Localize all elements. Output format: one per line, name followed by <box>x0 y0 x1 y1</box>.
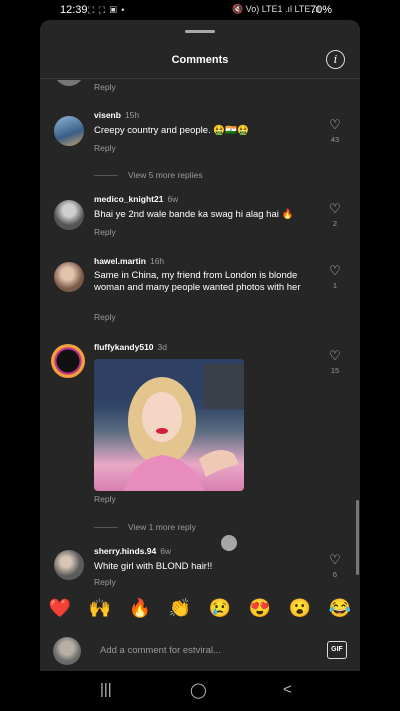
comments-header: Comments i <box>40 42 360 79</box>
comment-username[interactable]: fluffykandy510 3d <box>94 342 167 352</box>
emoji-button[interactable]: 🔥 <box>129 598 151 619</box>
comment-list[interactable]: Reply visenb 15h Creepy country and peopl… <box>40 80 360 608</box>
like-count: 1 <box>332 281 338 290</box>
avatar[interactable] <box>54 262 84 292</box>
reply-button[interactable]: Reply <box>94 494 116 504</box>
comment-age: 15h <box>124 110 140 120</box>
touch-indicator <box>221 535 237 551</box>
reply-button[interactable]: Reply <box>94 312 116 322</box>
divider-line <box>94 526 118 528</box>
emoji-button[interactable]: 😂 <box>329 598 351 619</box>
heart-icon[interactable]: ♡ <box>328 263 342 279</box>
username-text[interactable]: sherry.hinds.94 <box>94 546 156 556</box>
view-more-text[interactable]: View 5 more replies <box>128 170 203 180</box>
notification-icons: ⛶ ⛶ ▣ • <box>88 5 126 15</box>
recents-button[interactable]: ||| <box>100 681 112 698</box>
battery-level: 70% <box>310 4 333 16</box>
comment-username[interactable]: visenb 15h <box>94 110 139 120</box>
heart-icon[interactable]: ♡ <box>328 348 342 364</box>
comments-sheet: Comments i Reply visenb 15h Creepy countr… <box>40 20 360 671</box>
comment-username[interactable]: sherry.hinds.94 6w <box>94 546 171 556</box>
comment-age: 3d <box>157 342 167 352</box>
avatar[interactable] <box>54 550 84 580</box>
like-count: 15 <box>330 366 340 375</box>
avatar[interactable] <box>54 116 84 146</box>
like-count: 2 <box>332 219 338 228</box>
view-more-text[interactable]: View 1 more reply <box>128 522 196 532</box>
view-more-replies[interactable]: View 5 more replies <box>94 170 203 180</box>
emoji-button[interactable]: 👏 <box>169 598 191 619</box>
avatar[interactable] <box>51 344 85 378</box>
comment-photo[interactable] <box>94 359 244 491</box>
reply-button[interactable]: Reply <box>94 227 116 237</box>
comment-text: Same in China, my friend from London is … <box>94 270 301 293</box>
comment-username[interactable]: medico_knight21 6w <box>94 194 178 204</box>
status-bar: 12:39 ⛶ ⛶ ▣ • 🔇 Vo) LTE1 .ıl LTE .ıl 70% <box>0 0 400 20</box>
emoji-button[interactable]: ❤️ <box>49 598 71 619</box>
comment-age: 6w <box>167 194 179 204</box>
reply-button[interactable]: Reply <box>94 82 116 92</box>
emoji-button[interactable]: 😍 <box>249 598 271 619</box>
heart-icon[interactable]: ♡ <box>328 552 342 568</box>
avatar[interactable] <box>54 80 84 86</box>
comment-text: Creepy country and people. 🤮🇮🇳🤮 <box>94 125 249 136</box>
comment-age: 6w <box>160 546 172 556</box>
username-text[interactable]: fluffykandy510 <box>94 342 154 352</box>
home-button[interactable]: ◯ <box>190 681 207 699</box>
like-count: 6 <box>332 570 338 579</box>
comment-username[interactable]: hawel.martin 16h <box>94 256 164 266</box>
emoji-button[interactable]: 😢 <box>209 598 231 619</box>
page-title: Comments <box>171 54 229 66</box>
signal-icons: 🔇 Vo) LTE1 .ıl LTE .ıl <box>232 4 320 14</box>
system-nav-bar: ||| ◯ < <box>0 671 400 711</box>
emoji-button[interactable]: 🙌 <box>89 598 111 619</box>
back-button[interactable]: < <box>283 681 292 698</box>
emoji-quick-bar: ❤️ 🙌 🔥 👏 😢 😍 😮 😂 <box>40 590 360 626</box>
comment-input[interactable]: Add a comment for estviral... <box>100 645 221 656</box>
drag-handle[interactable] <box>185 30 215 33</box>
comment-composer: Add a comment for estviral... GIF <box>40 632 360 671</box>
photo-illustration <box>94 359 244 491</box>
username-text[interactable]: medico_knight21 <box>94 194 163 204</box>
comment-age: 16h <box>149 256 165 266</box>
info-icon[interactable]: i <box>326 50 345 69</box>
view-more-replies[interactable]: View 1 more reply <box>94 522 196 532</box>
avatar <box>53 637 81 665</box>
avatar[interactable] <box>54 200 84 230</box>
reply-button[interactable]: Reply <box>94 577 116 587</box>
heart-icon[interactable]: ♡ <box>328 201 342 217</box>
scrollbar[interactable] <box>356 500 359 575</box>
username-text[interactable]: visenb <box>94 110 121 120</box>
reply-button[interactable]: Reply <box>94 143 116 153</box>
status-time: 12:39 <box>60 4 88 16</box>
divider-line <box>94 174 118 176</box>
like-count: 43 <box>330 135 340 144</box>
heart-icon[interactable]: ♡ <box>328 117 342 133</box>
emoji-button[interactable]: 😮 <box>289 598 311 619</box>
username-text[interactable]: hawel.martin <box>94 256 146 266</box>
comment-text: Bhai ye 2nd wale bande ka swag hi alag h… <box>94 209 294 220</box>
comment-text: White girl with BLOND hair!! <box>94 561 213 572</box>
gif-button[interactable]: GIF <box>327 641 347 659</box>
